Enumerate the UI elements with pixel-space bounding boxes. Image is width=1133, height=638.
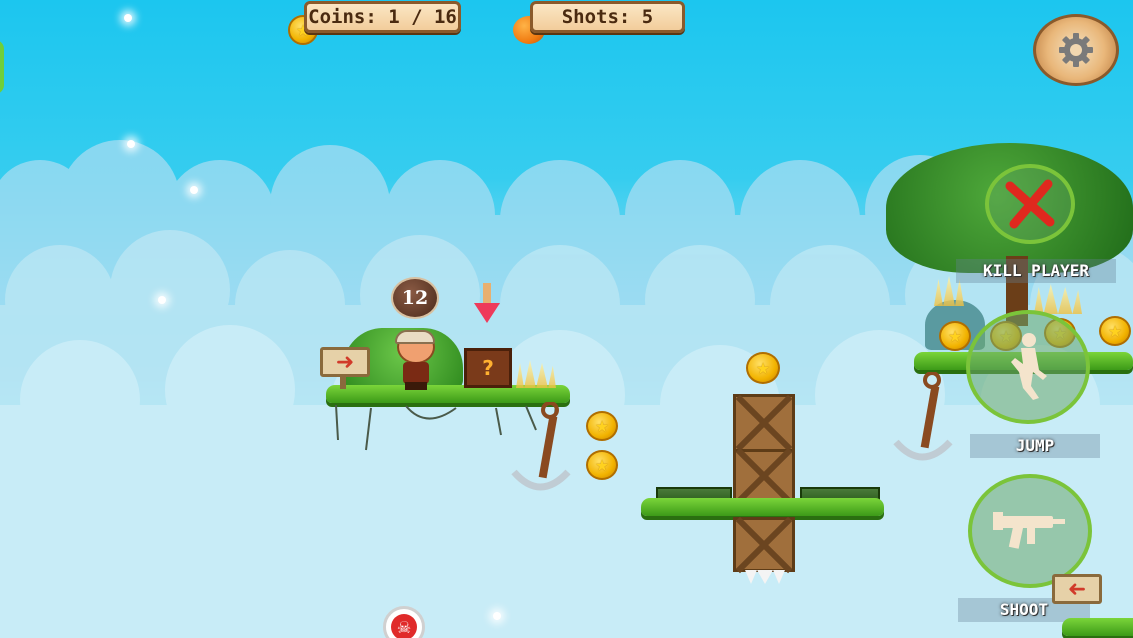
crate-spikes (745, 570, 785, 584)
jump-button[interactable] (966, 310, 1090, 424)
crate (733, 449, 795, 503)
mystery-box-symbol: ? (482, 356, 494, 380)
sparkle (124, 14, 132, 22)
crate (733, 394, 795, 452)
coin (1099, 316, 1131, 346)
coin (746, 352, 780, 384)
gun-icon (993, 512, 1065, 549)
shoot-button[interactable] (968, 474, 1092, 588)
hanging-anchor (893, 372, 953, 461)
down-arrow-indicator-icon (474, 283, 500, 323)
coin (586, 411, 618, 441)
player-body (403, 362, 429, 384)
bottom-right-grass (1062, 618, 1133, 636)
player-bandana (395, 330, 435, 344)
center-platform (641, 498, 884, 516)
sign-post (340, 375, 346, 389)
skull-icon: ☠ (391, 614, 417, 638)
back-arrow-sign: ➜ (1052, 574, 1102, 604)
jump-label: JUMP (970, 434, 1100, 458)
sparkle (493, 612, 501, 620)
hanging-anchor (511, 402, 571, 491)
coin (586, 450, 618, 480)
gear-icon (1059, 33, 1093, 67)
sparkle (190, 186, 198, 194)
offscreen-plant (0, 40, 4, 94)
player-character (393, 328, 439, 390)
red-x-icon (1005, 179, 1055, 229)
game-scene: Coins: 1 / 16 Shots: 5 ➜ 12 (0, 0, 1133, 638)
kill-player-button[interactable] (985, 164, 1075, 244)
shots-counter: Shots: 5 (530, 1, 685, 33)
sparkle (127, 140, 135, 148)
timer-bubble: 12 (391, 277, 439, 319)
crate (733, 517, 795, 572)
arrow-sign: ➜ (320, 347, 370, 377)
sparkle (158, 296, 166, 304)
running-figure-icon (1011, 333, 1047, 400)
coin (939, 321, 971, 351)
mystery-box: ? (464, 348, 512, 388)
coins-counter: Coins: 1 / 16 (304, 1, 461, 33)
kill-player-label: KILL PLAYER (956, 259, 1116, 283)
settings-button[interactable] (1033, 14, 1119, 86)
player-legs (405, 382, 427, 390)
